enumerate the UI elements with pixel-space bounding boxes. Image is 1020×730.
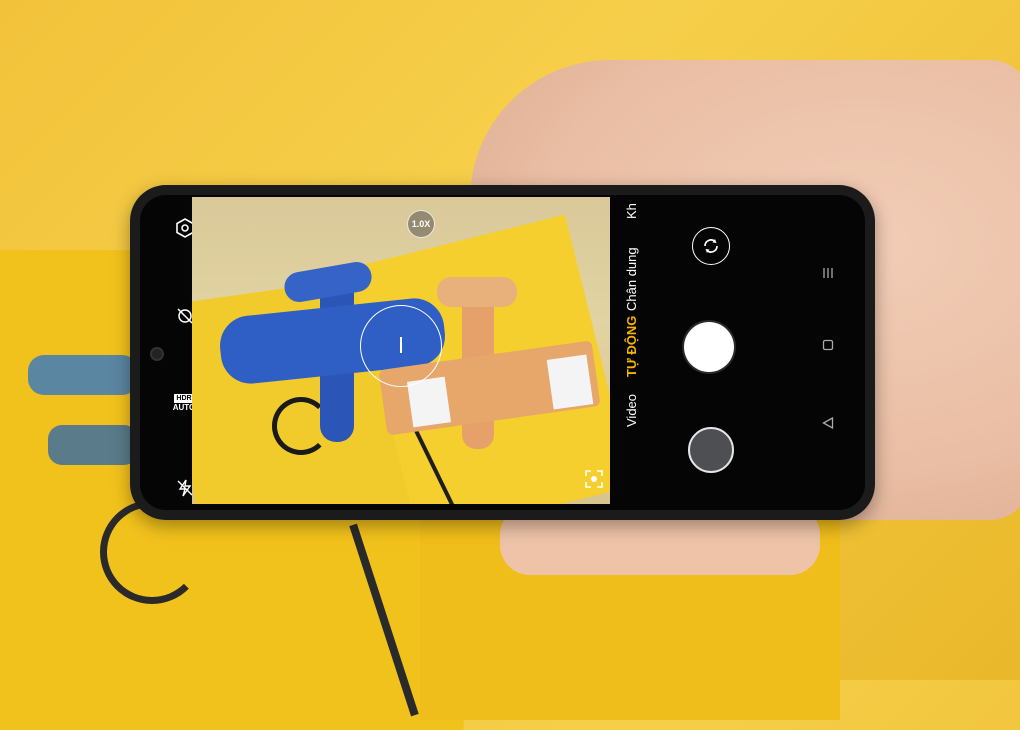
mode-video[interactable]: Video xyxy=(624,394,639,427)
camera-left-toolbar: HDR AUTO xyxy=(140,195,195,510)
zoom-level-button[interactable]: 1.0X xyxy=(407,210,435,238)
front-camera xyxy=(150,347,164,361)
background-plane-wing-lower xyxy=(48,425,138,465)
mode-more[interactable]: Kh xyxy=(624,203,639,219)
capture-controls xyxy=(660,195,780,510)
switch-camera-icon xyxy=(704,239,718,253)
zoom-level-label: 1.0X xyxy=(411,219,431,229)
camera-screen: HDR AUTO 1.0X Video TỰ ĐỘNG Chân dung Kh xyxy=(140,195,865,510)
square-home-icon[interactable] xyxy=(818,335,838,355)
navigation-bar xyxy=(800,195,860,510)
gallery-thumbnail[interactable] xyxy=(688,427,734,473)
orange-plane-marking-right xyxy=(546,354,594,410)
exposure-indicator[interactable] xyxy=(400,337,402,353)
switch-camera-button[interactable] xyxy=(692,227,730,265)
viewfinder[interactable]: 1.0X xyxy=(192,197,610,504)
google-lens-icon[interactable] xyxy=(584,469,604,489)
triangle-back-icon[interactable] xyxy=(818,413,838,433)
hdr-label: HDR xyxy=(174,393,194,403)
menu-icon[interactable] xyxy=(818,263,838,283)
mode-selector: Video TỰ ĐỘNG Chân dung Kh xyxy=(618,195,648,510)
mode-auto[interactable]: TỰ ĐỘNG xyxy=(624,316,639,377)
orange-plane-tail xyxy=(437,277,517,307)
phone: HDR AUTO 1.0X Video TỰ ĐỘNG Chân dung Kh xyxy=(130,185,875,520)
mode-portrait[interactable]: Chân dung xyxy=(624,247,639,311)
shutter-button[interactable] xyxy=(684,322,734,372)
background-plane-wing xyxy=(28,355,138,395)
